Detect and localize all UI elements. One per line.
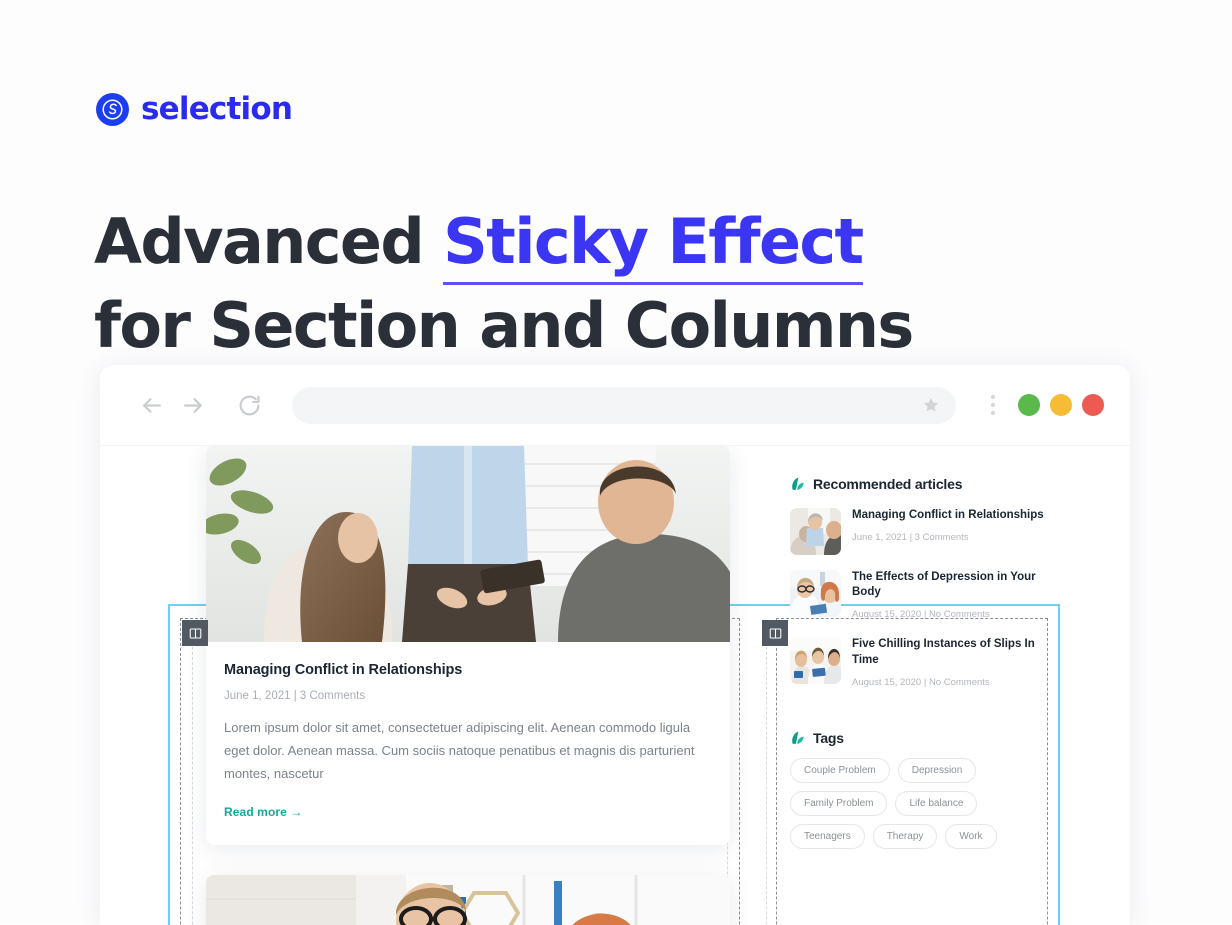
brand-name: selection — [141, 91, 293, 127]
article-thumbnail — [790, 637, 841, 685]
column-handle-sidebar[interactable] — [762, 620, 788, 646]
article-card-body: Managing Conflict in Relationships June … — [206, 642, 730, 845]
tag-chip[interactable]: Family Problem — [790, 790, 888, 816]
list-item[interactable]: Managing Conflict in Relationships June … — [790, 508, 1056, 555]
list-item[interactable]: The Effects of Depression in Your Body A… — [790, 570, 1056, 622]
star-icon[interactable] — [922, 396, 940, 414]
article-title[interactable]: Managing Conflict in Relationships — [852, 508, 1044, 523]
brand-logo[interactable]: selection — [96, 91, 293, 127]
article-meta: August 15, 2020 | No Comments — [852, 676, 990, 688]
kebab-dot — [991, 411, 995, 415]
browser-window: Managing Conflict in Relationships June … — [100, 365, 1130, 925]
article-featured-image — [206, 446, 730, 642]
page-root: selection Advanced Sticky Effect for Sec… — [0, 0, 1232, 925]
main-content-column: Managing Conflict in Relationships June … — [206, 446, 730, 925]
arrow-right-icon[interactable] — [172, 384, 214, 426]
list-item-text: Five Chilling Instances of Slips In Time… — [852, 637, 1056, 689]
kebab-dot — [991, 403, 995, 407]
tags-heading-text: Tags — [813, 729, 844, 746]
article-excerpt: Lorem ipsum dolor sit amet, consectetuer… — [224, 720, 695, 781]
close-dot[interactable] — [1082, 394, 1104, 416]
list-item[interactable]: Five Chilling Instances of Slips In Time… — [790, 637, 1056, 689]
article-meta: August 15, 2020 | No Comments — [852, 609, 990, 621]
article-title[interactable]: The Effects of Depression in Your Body — [852, 570, 1056, 600]
tags-heading: Tags — [790, 730, 1056, 746]
address-bar[interactable] — [292, 386, 956, 424]
maximize-dot[interactable] — [1050, 394, 1072, 416]
headline-accent: Sticky Effect — [443, 204, 864, 285]
site-viewport: Managing Conflict in Relationships June … — [100, 446, 1130, 925]
minimize-dot[interactable] — [1018, 394, 1040, 416]
browser-toolbar — [100, 365, 1130, 446]
kebab-dot — [991, 395, 995, 399]
tag-chip[interactable]: Work — [945, 823, 997, 849]
article-2-featured-image — [206, 875, 730, 925]
tag-chip[interactable]: Teenagers — [790, 823, 865, 849]
page-title: Advanced Sticky Effect for Section and C… — [94, 204, 974, 364]
tag-chip[interactable]: Couple Problem — [790, 757, 890, 783]
sidebar-column: Recommended articles Managing Conflict i… — [790, 476, 1056, 849]
tag-list: Couple Problem Depression Family Problem… — [790, 757, 1056, 849]
tag-chip[interactable]: Life balance — [895, 790, 978, 816]
recommended-heading-text: Recommended articles — [813, 476, 963, 492]
article-meta: June 1, 2021 | 3 Comments — [852, 532, 969, 544]
article-thumbnail — [790, 570, 841, 617]
headline-line2: for Section and Columns — [94, 288, 914, 362]
tag-chip[interactable]: Therapy — [872, 823, 938, 849]
article-meta: June 1, 2021 | 3 Comments — [224, 690, 366, 702]
column-gap-outline — [766, 622, 778, 925]
leaf-icon — [790, 730, 806, 746]
headline-prefix: Advanced — [94, 204, 444, 278]
article-card[interactable]: Managing Conflict in Relationships June … — [206, 446, 730, 846]
article-card-2[interactable] — [206, 875, 730, 925]
arrow-left-icon[interactable] — [130, 384, 172, 426]
kebab-menu-icon[interactable] — [982, 384, 1004, 426]
read-more-link[interactable]: Read more → — [224, 805, 302, 819]
column-handle-main[interactable] — [182, 620, 208, 646]
list-item-text: The Effects of Depression in Your Body A… — [852, 570, 1056, 622]
list-item-text: Managing Conflict in Relationships June … — [852, 508, 1044, 555]
s-circle-logo-icon — [96, 93, 129, 126]
recommended-heading: Recommended articles — [790, 476, 1056, 492]
window-controls — [1018, 394, 1104, 416]
article-thumbnail — [790, 508, 841, 555]
article-title[interactable]: Five Chilling Instances of Slips In Time — [852, 637, 1056, 667]
reload-icon[interactable] — [228, 384, 270, 426]
tag-chip[interactable]: Depression — [897, 757, 977, 783]
leaf-icon — [790, 476, 806, 492]
article-title[interactable]: Managing Conflict in Relationships — [224, 662, 712, 678]
